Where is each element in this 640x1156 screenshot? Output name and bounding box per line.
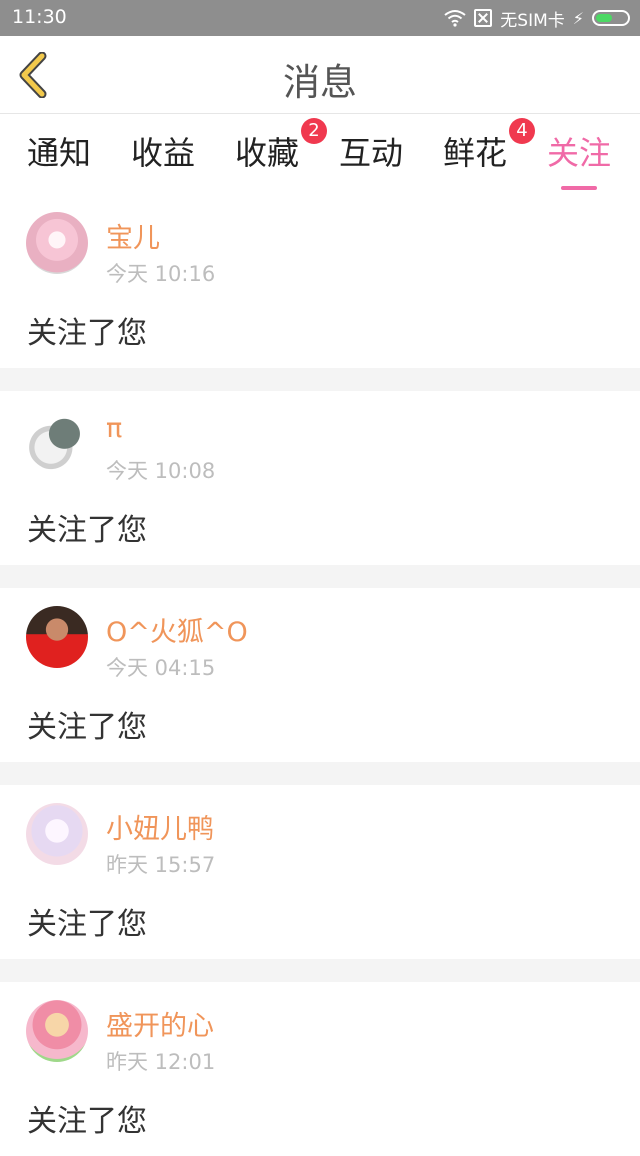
- message-time: 昨天 12:01: [106, 1050, 216, 1074]
- divider: [0, 762, 640, 785]
- avatar[interactable]: [26, 803, 88, 865]
- tab-earnings[interactable]: 收益: [131, 128, 195, 174]
- no-sim-icon: [474, 9, 493, 27]
- unread-badge: 4: [509, 118, 536, 144]
- tab-favorites[interactable]: 收藏 2: [235, 118, 328, 174]
- tab-following[interactable]: 关注: [547, 128, 612, 190]
- list-item[interactable]: 宝儿 今天 10:16 关注了您: [0, 194, 640, 368]
- tab-notifications[interactable]: 通知: [27, 128, 91, 174]
- list-item[interactable]: O^火狐^O 今天 04:15 关注了您: [0, 588, 640, 762]
- status-bar: 11:30 无SIM卡 ⚡: [0, 0, 640, 36]
- avatar[interactable]: [26, 1000, 88, 1062]
- tab-label: 收益: [131, 134, 196, 172]
- list-item[interactable]: 小妞儿鸭 昨天 15:57 关注了您: [0, 785, 640, 959]
- tab-label: 通知: [27, 134, 92, 172]
- message-time: 今天 10:08: [106, 459, 216, 483]
- tab-label: 收藏: [235, 134, 300, 172]
- avatar[interactable]: [26, 409, 88, 471]
- charging-icon: ⚡: [572, 8, 584, 28]
- header-bar: 消息: [0, 36, 640, 114]
- wifi-icon: [444, 10, 466, 27]
- message-time: 昨天 15:57: [106, 853, 216, 877]
- sim-status-text: 无SIM卡: [500, 10, 565, 31]
- page-title: 消息: [283, 61, 357, 104]
- user-name[interactable]: O^火狐^O: [106, 610, 248, 649]
- message-text: 关注了您: [27, 1104, 147, 1139]
- message-text: 关注了您: [27, 316, 147, 351]
- message-text: 关注了您: [27, 710, 147, 745]
- message-text: 关注了您: [27, 513, 147, 548]
- message-list: 宝儿 今天 10:16 关注了您 π 今天 10:08 关注了您 O^火狐^O …: [0, 194, 640, 1156]
- tab-label: 鲜花: [443, 134, 508, 172]
- battery-icon: [592, 10, 630, 26]
- avatar[interactable]: [26, 212, 88, 274]
- tab-label: 关注: [547, 134, 612, 172]
- tab-label: 互动: [339, 134, 404, 172]
- message-time: 今天 04:15: [106, 656, 216, 680]
- user-name[interactable]: 宝儿: [106, 216, 160, 255]
- status-time: 11:30: [12, 6, 67, 28]
- tab-bar: 通知 收益 收藏 2 互动 鲜花 4 关注: [0, 114, 640, 194]
- user-name[interactable]: 盛开的心: [106, 1004, 214, 1043]
- user-name[interactable]: π: [106, 413, 122, 444]
- list-item[interactable]: 盛开的心 昨天 12:01 关注了您: [0, 982, 640, 1156]
- divider: [0, 959, 640, 982]
- avatar[interactable]: [26, 606, 88, 668]
- active-tab-indicator: [561, 186, 597, 190]
- divider: [0, 565, 640, 588]
- tab-interactions[interactable]: 互动: [339, 128, 403, 174]
- user-name[interactable]: 小妞儿鸭: [106, 807, 214, 846]
- message-text: 关注了您: [27, 907, 147, 942]
- list-item[interactable]: π 今天 10:08 关注了您: [0, 391, 640, 565]
- unread-badge: 2: [301, 118, 328, 144]
- tab-flowers[interactable]: 鲜花 4: [443, 118, 536, 174]
- divider: [0, 368, 640, 391]
- message-time: 今天 10:16: [106, 262, 216, 286]
- status-icons: 无SIM卡 ⚡: [436, 6, 630, 31]
